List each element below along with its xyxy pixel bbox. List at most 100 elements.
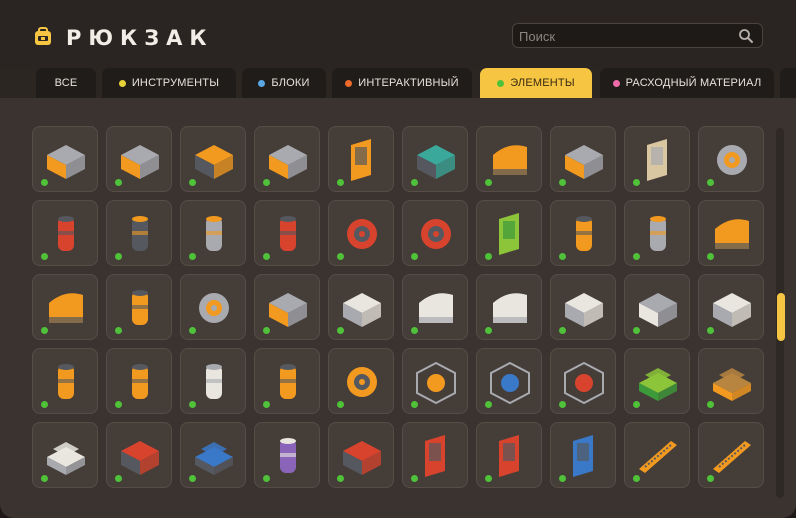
backpack-window: РЮКЗАК ВСЕ ИНСТРУМЕНТЫ БЛОКИ ИНТЕРАКТИВН… (0, 0, 796, 518)
red-poster-icon (425, 435, 445, 477)
scrollbar-thumb[interactable] (777, 293, 785, 341)
inventory-slot[interactable] (550, 200, 616, 266)
inventory-slot[interactable] (254, 348, 320, 414)
inventory-slot[interactable] (32, 274, 98, 340)
tab-consumables[interactable]: РАСХОДНЫЙ МАТЕРИАЛ (600, 68, 774, 98)
available-status-dot (41, 327, 48, 334)
page-title: РЮКЗАК (66, 26, 214, 50)
inventory-slot[interactable] (32, 422, 98, 488)
inventory-slot[interactable] (476, 348, 542, 414)
inventory-slot[interactable] (106, 422, 172, 488)
inventory-slot[interactable] (180, 200, 246, 266)
inventory-slot[interactable] (254, 126, 320, 192)
inventory-slot[interactable] (32, 200, 98, 266)
inventory-slot[interactable] (476, 200, 542, 266)
inventory-slot[interactable] (106, 348, 172, 414)
inventory-slot[interactable] (106, 274, 172, 340)
inventory-slot[interactable] (698, 126, 764, 192)
available-status-dot (707, 327, 714, 334)
white-grille-icon (713, 293, 751, 327)
orange-spool-icon (58, 364, 74, 399)
category-dot-icon (612, 79, 620, 87)
tab-overflow[interactable] (780, 68, 796, 98)
inventory-slot[interactable] (328, 348, 394, 414)
inventory-slot[interactable] (550, 274, 616, 340)
available-status-dot (707, 253, 714, 260)
white-box-stack-icon (47, 442, 85, 475)
available-status-dot (41, 253, 48, 260)
tab-label: РАСХОДНЫЙ МАТЕРИАЛ (625, 77, 762, 89)
orange-pole-icon (132, 364, 148, 399)
inventory-slot[interactable] (402, 422, 468, 488)
inventory-slot[interactable] (476, 126, 542, 192)
tab-all[interactable]: ВСЕ (36, 68, 96, 98)
inventory-slot[interactable] (180, 274, 246, 340)
search-input[interactable] (519, 27, 729, 45)
inventory-slot[interactable] (254, 422, 320, 488)
inventory-slot[interactable] (476, 274, 542, 340)
inventory-slot[interactable] (476, 422, 542, 488)
green-control-box-icon (499, 213, 519, 255)
inventory-slot[interactable] (32, 348, 98, 414)
inventory-slot[interactable] (106, 200, 172, 266)
inventory-slot[interactable] (550, 422, 616, 488)
available-status-dot (559, 179, 566, 186)
search-box[interactable] (512, 23, 763, 48)
inventory-slot[interactable] (328, 200, 394, 266)
inventory-slot[interactable] (624, 126, 690, 192)
hazard-stripe-block-icon (565, 145, 603, 179)
inventory-slot[interactable] (180, 348, 246, 414)
inventory-slot[interactable] (624, 274, 690, 340)
orange-wedge-icon (715, 219, 749, 249)
available-status-dot (41, 401, 48, 408)
orange-vent-cylinder-icon (132, 290, 148, 325)
inventory-slot[interactable] (328, 422, 394, 488)
inventory-slot[interactable] (550, 126, 616, 192)
inventory-slot[interactable] (180, 422, 246, 488)
inventory-slot[interactable] (624, 200, 690, 266)
available-status-dot (411, 475, 418, 482)
available-status-dot (263, 179, 270, 186)
inventory-slot[interactable] (402, 274, 468, 340)
search-icon[interactable] (738, 28, 754, 44)
purple-canister-icon (280, 438, 296, 473)
inventory-slot[interactable] (402, 200, 468, 266)
tab-elements[interactable]: ЭЛЕМЕНТЫ (480, 68, 592, 98)
blue-stacked-block-icon (195, 442, 233, 475)
inventory-slot[interactable] (698, 422, 764, 488)
inventory-slot[interactable] (328, 274, 394, 340)
inventory-slot[interactable] (32, 126, 98, 192)
grey-hatch-wheel-icon (199, 293, 229, 323)
inventory-slot[interactable] (106, 126, 172, 192)
inventory-slot[interactable] (254, 200, 320, 266)
inventory-slot[interactable] (698, 348, 764, 414)
inventory-slot[interactable] (698, 200, 764, 266)
inventory-slot[interactable] (402, 348, 468, 414)
tab-label: ИНТЕРАКТИВНЫЙ (358, 77, 459, 89)
tab-tools[interactable]: ИНСТРУМЕНТЫ (102, 68, 236, 98)
category-dot-icon (345, 79, 353, 87)
inventory-slot[interactable] (550, 348, 616, 414)
available-status-dot (115, 327, 122, 334)
inventory-slot[interactable] (328, 126, 394, 192)
tab-blocks[interactable]: БЛОКИ (242, 68, 326, 98)
orange-ball-joint-icon (347, 367, 377, 397)
inventory-slot[interactable] (624, 422, 690, 488)
available-status-dot (115, 179, 122, 186)
wire-cage-blue-icon (490, 361, 530, 405)
red-machine-icon (121, 441, 159, 475)
cardboard-box-stack-icon (713, 368, 751, 401)
orange-rail-icon (639, 441, 677, 473)
inventory-slot[interactable] (698, 274, 764, 340)
available-status-dot (633, 327, 640, 334)
tab-interactive[interactable]: ИНТЕРАКТИВНЫЙ (332, 68, 472, 98)
tab-label: БЛОКИ (271, 77, 310, 89)
perforated-panel-icon (639, 293, 677, 327)
inventory-slot[interactable] (180, 126, 246, 192)
grey-orange-machine-block-icon (121, 145, 159, 179)
inventory-slot[interactable] (402, 126, 468, 192)
available-status-dot (707, 179, 714, 186)
inventory-slot[interactable] (254, 274, 320, 340)
green-sandbag-icon (639, 368, 677, 401)
inventory-slot[interactable] (624, 348, 690, 414)
